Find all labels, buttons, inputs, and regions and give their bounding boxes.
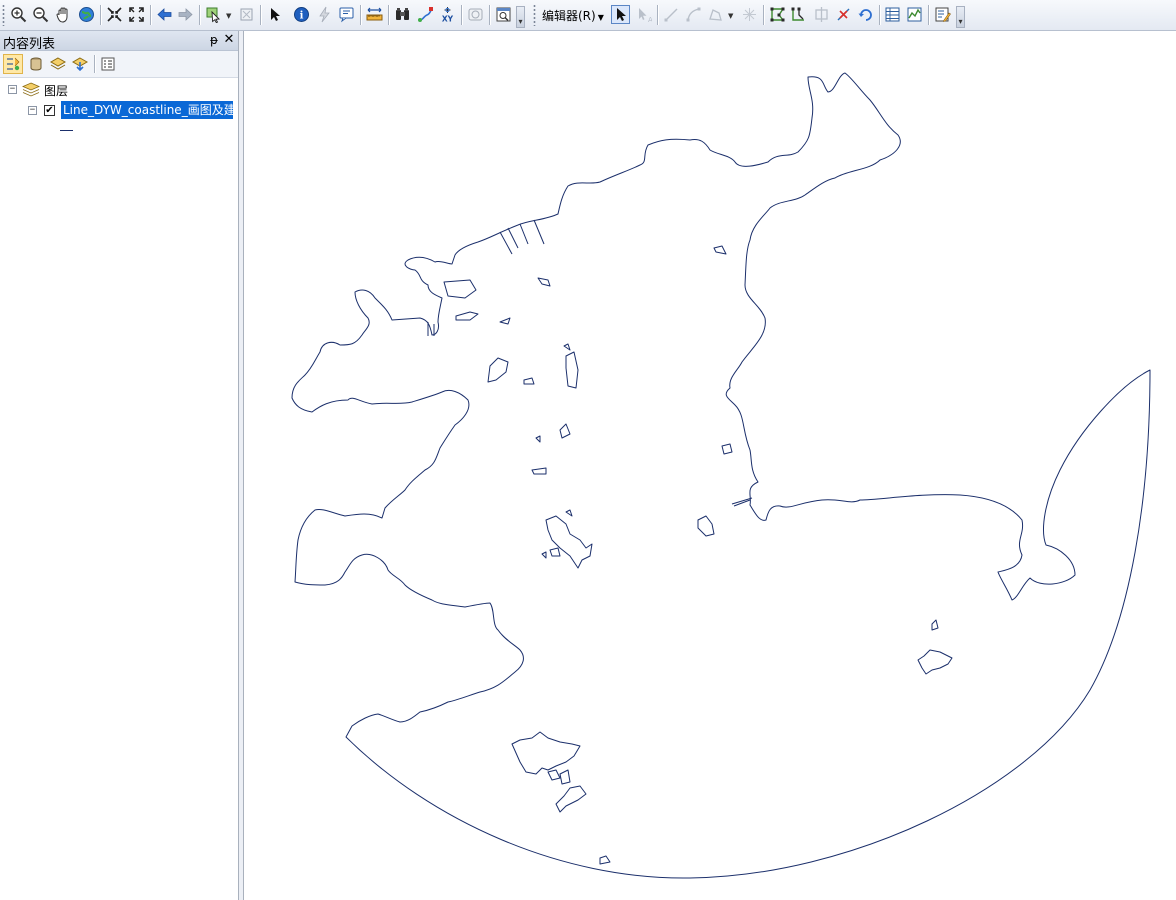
pier-line [519, 223, 529, 245]
island [487, 357, 509, 383]
island [697, 515, 715, 537]
map-canvas[interactable] [244, 31, 1176, 900]
island [531, 467, 547, 475]
layers-expander[interactable]: − [8, 85, 17, 94]
pier-line [499, 231, 513, 255]
straight-segment-icon[interactable] [662, 5, 681, 24]
construction-tools-dropdown-icon[interactable]: ▼ [728, 12, 733, 20]
cut-polygons-icon[interactable] [812, 5, 831, 24]
island [511, 731, 581, 775]
island [443, 279, 477, 299]
main-toolbar: ▼ i XY ▾ 编辑器(R) ▼ A ▼ ▾ [0, 0, 1176, 31]
rotate-tool-icon[interactable] [856, 5, 875, 24]
html-popup-icon[interactable] [337, 5, 356, 24]
svg-text:i: i [300, 11, 304, 22]
identify-info-icon[interactable]: i [292, 5, 311, 24]
island [541, 551, 547, 559]
island [547, 769, 561, 781]
coastline-map[interactable] [244, 31, 1176, 900]
island [559, 769, 571, 785]
zoom-in-icon[interactable] [9, 5, 28, 24]
find-route-icon[interactable] [416, 5, 435, 24]
find-binoculars-icon[interactable] [393, 5, 412, 24]
toc-title-bar: 内容列表 ᵽ ✕ [0, 31, 238, 52]
go-to-xy-icon[interactable]: XY [438, 5, 457, 24]
toolbar-overflow-icon[interactable]: ▾ [516, 6, 525, 28]
editor-menu-label: 编辑器(R) [542, 9, 596, 23]
editor-toolbar-overflow-icon[interactable]: ▾ [956, 6, 965, 28]
pier-line [507, 227, 519, 249]
island [535, 435, 541, 443]
list-by-visibility-icon[interactable] [48, 54, 68, 74]
list-by-source-icon[interactable] [26, 54, 46, 74]
island [455, 311, 479, 321]
toolbar-grip[interactable] [2, 4, 5, 26]
zoom-out-icon[interactable] [31, 5, 50, 24]
pan-hand-icon[interactable] [54, 5, 73, 24]
svg-text:XY: XY [442, 15, 454, 24]
line-symbol-swatch [60, 130, 73, 131]
select-features-icon[interactable] [204, 5, 223, 24]
list-by-selection-icon[interactable] [70, 54, 90, 74]
point-tool-icon[interactable] [740, 5, 759, 24]
island [549, 547, 561, 557]
pin-icon[interactable]: ᵽ [208, 32, 220, 48]
edit-annotation-icon[interactable]: A [634, 5, 653, 24]
toc-toolbar [0, 51, 238, 78]
island [499, 317, 511, 325]
coastline-features [291, 72, 1151, 879]
create-features-icon[interactable] [933, 5, 952, 24]
measure-ruler-icon[interactable] [365, 5, 384, 24]
sketch-properties-icon[interactable] [905, 5, 924, 24]
island [555, 785, 587, 813]
go-back-arrow-icon[interactable] [155, 5, 174, 24]
close-icon[interactable]: ✕ [223, 32, 235, 48]
island [713, 245, 727, 255]
fixed-zoom-in-icon[interactable] [105, 5, 124, 24]
outer-boundary-line [291, 72, 1151, 879]
trace-tool-icon[interactable] [706, 5, 725, 24]
edit-tool-arrow-icon[interactable] [611, 5, 630, 24]
island [563, 343, 571, 351]
go-forward-arrow-icon[interactable] [176, 5, 195, 24]
split-tool-icon[interactable] [834, 5, 853, 24]
svg-text:A: A [648, 16, 652, 23]
select-features-dropdown-icon[interactable]: ▼ [226, 12, 231, 20]
editor-menu[interactable]: 编辑器(R) ▼ [542, 8, 604, 24]
island [931, 619, 939, 631]
table-of-contents-panel: 内容列表 ᵽ ✕ − 图层 − ✔ Line_DYW_coastline_画图及… [0, 31, 238, 900]
hyperlink-lightning-icon[interactable] [315, 5, 334, 24]
editor-toolbar-grip[interactable] [533, 4, 536, 26]
fixed-zoom-out-icon[interactable] [127, 5, 146, 24]
time-slider-icon[interactable] [466, 5, 485, 24]
pier-line [533, 219, 545, 245]
editor-menu-caret-icon: ▼ [597, 13, 604, 22]
island [721, 443, 733, 455]
toc-options-icon[interactable] [98, 54, 118, 74]
layer-visibility-checkbox[interactable]: ✔ [44, 105, 55, 116]
layer-expander[interactable]: − [28, 106, 37, 115]
island [565, 351, 579, 389]
select-elements-arrow-icon[interactable] [265, 5, 284, 24]
edit-vertices-icon[interactable] [768, 5, 787, 24]
attributes-table-icon[interactable] [883, 5, 902, 24]
island [565, 509, 573, 517]
list-by-drawing-order-icon[interactable] [3, 54, 23, 74]
endpoint-arc-icon[interactable] [684, 5, 703, 24]
island [523, 377, 535, 385]
coastline-layer-label[interactable]: Line_DYW_coastline_画图及建模 [61, 101, 233, 119]
island [537, 277, 551, 287]
viewer-window-icon[interactable] [494, 5, 513, 24]
reshape-feature-icon[interactable] [789, 5, 808, 24]
island [917, 649, 953, 675]
island [545, 515, 593, 569]
clear-selection-icon[interactable] [237, 5, 256, 24]
layers-stack-icon [22, 81, 40, 97]
toc-title: 内容列表 [3, 37, 56, 52]
full-extent-globe-icon[interactable] [77, 5, 96, 24]
island [559, 423, 571, 439]
layers-root-label[interactable]: 图层 [44, 82, 68, 99]
island [599, 855, 611, 865]
